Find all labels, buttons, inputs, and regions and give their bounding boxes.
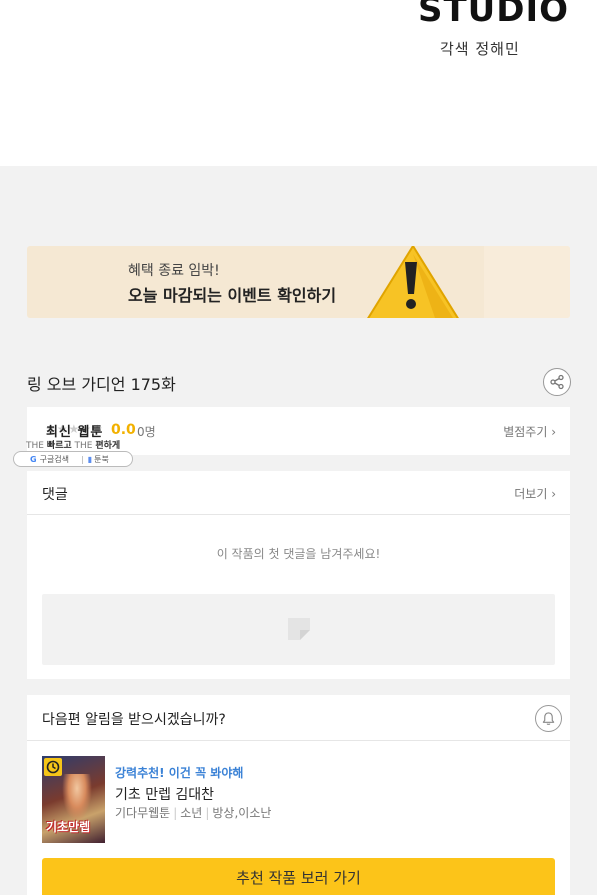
- rating-score: 0.0: [111, 422, 136, 438]
- banner-subtitle: 혜택 종료 임박!: [128, 263, 220, 279]
- comment-title: 댓글: [42, 487, 68, 503]
- event-banner[interactable]: 혜택 종료 임박! 오늘 마감되는 이벤트 확인하기: [27, 246, 570, 318]
- latest-webtoon-slogan: THE 빠르고 THE 편하게: [26, 441, 121, 451]
- comment-input[interactable]: [42, 594, 555, 665]
- notify-card: 다음편 알림을 받으시겠습니까? 기초만렙 강력추천! 이건 꼭 봐야해 기초 …: [27, 695, 570, 895]
- recommend-cta-button[interactable]: 추천 작품 보러 가기: [42, 858, 555, 895]
- notify-header: 다음편 알림을 받으시겠습니까?: [27, 695, 570, 741]
- wait-free-clock-icon: [44, 758, 62, 776]
- comment-card: 댓글 더보기 › 이 작품의 첫 댓글을 남겨주세요!: [27, 471, 570, 679]
- recommend-label: 강력추천! 이건 꼭 봐야해: [115, 766, 244, 780]
- notify-question: 다음편 알림을 받으시겠습니까?: [42, 712, 226, 728]
- comment-placeholder-icon: [288, 618, 310, 640]
- toonbook-icon: ▮: [87, 454, 93, 464]
- banner-title: 오늘 마감되는 이벤트 확인하기: [128, 286, 337, 305]
- comment-empty-message: 이 작품의 첫 댓글을 남겨주세요!: [216, 547, 381, 561]
- share-icon: [550, 374, 564, 390]
- recommend-title[interactable]: 기초 만렙 김대찬: [115, 784, 214, 804]
- google-icon: G: [30, 454, 37, 464]
- rating-count: 0명: [137, 425, 156, 439]
- episode-title: 링 오브 가디언 175화: [27, 375, 176, 394]
- share-button[interactable]: [543, 368, 571, 396]
- recommend-thumbnail[interactable]: 기초만렙: [42, 756, 105, 843]
- thumbnail-title-art: 기초만렙: [46, 820, 91, 834]
- adaptation-credit: 각색 정해민: [440, 40, 520, 58]
- header-area: STUDIO 각색 정해민: [0, 0, 597, 166]
- google-search-label: 구글검색: [39, 454, 70, 464]
- recommend-meta: 기다무웹툰 | 소년 | 방상,이소난: [115, 806, 272, 820]
- bell-icon: [542, 712, 555, 725]
- toonbook-label: 툰북: [94, 454, 109, 464]
- comment-header: 댓글 더보기 ›: [27, 471, 570, 515]
- studio-logo: STUDIO: [418, 0, 570, 30]
- warning-icon: [367, 246, 459, 318]
- rate-button[interactable]: 별점주기 ›: [503, 423, 556, 440]
- comment-more-button[interactable]: 더보기 ›: [514, 485, 556, 502]
- notify-bell-button[interactable]: [535, 705, 562, 732]
- latest-webtoon-pill[interactable]: G 구글검색 | ▮ 툰북: [13, 451, 133, 467]
